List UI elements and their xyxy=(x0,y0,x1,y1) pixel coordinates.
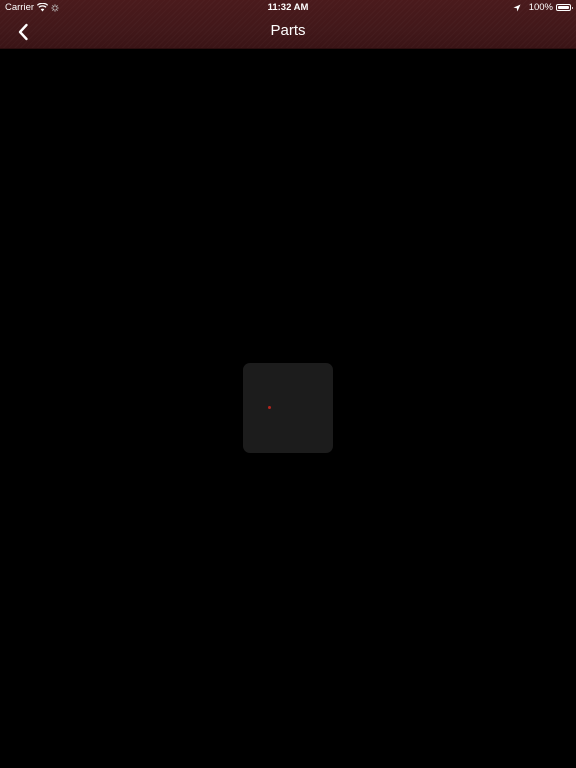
loading-indicator xyxy=(243,363,333,453)
spinner-icon xyxy=(268,406,271,409)
status-time: 11:32 AM xyxy=(267,2,309,13)
battery-tip xyxy=(571,6,573,9)
status-bar: Carrier 11:32 AM 100% xyxy=(0,0,576,16)
status-right-group: 100% xyxy=(513,2,573,13)
navigation-bar: Parts xyxy=(0,16,576,48)
battery-fill xyxy=(558,6,569,9)
header: Carrier 11:32 AM 100% Parts xyxy=(0,0,576,49)
page-title: Parts xyxy=(270,22,306,39)
battery-percent: 100% xyxy=(528,2,553,13)
battery-icon xyxy=(556,4,573,11)
content-area xyxy=(0,49,576,768)
location-icon xyxy=(513,4,521,12)
app-screen: Carrier 11:32 AM 100% Parts xyxy=(0,0,576,768)
